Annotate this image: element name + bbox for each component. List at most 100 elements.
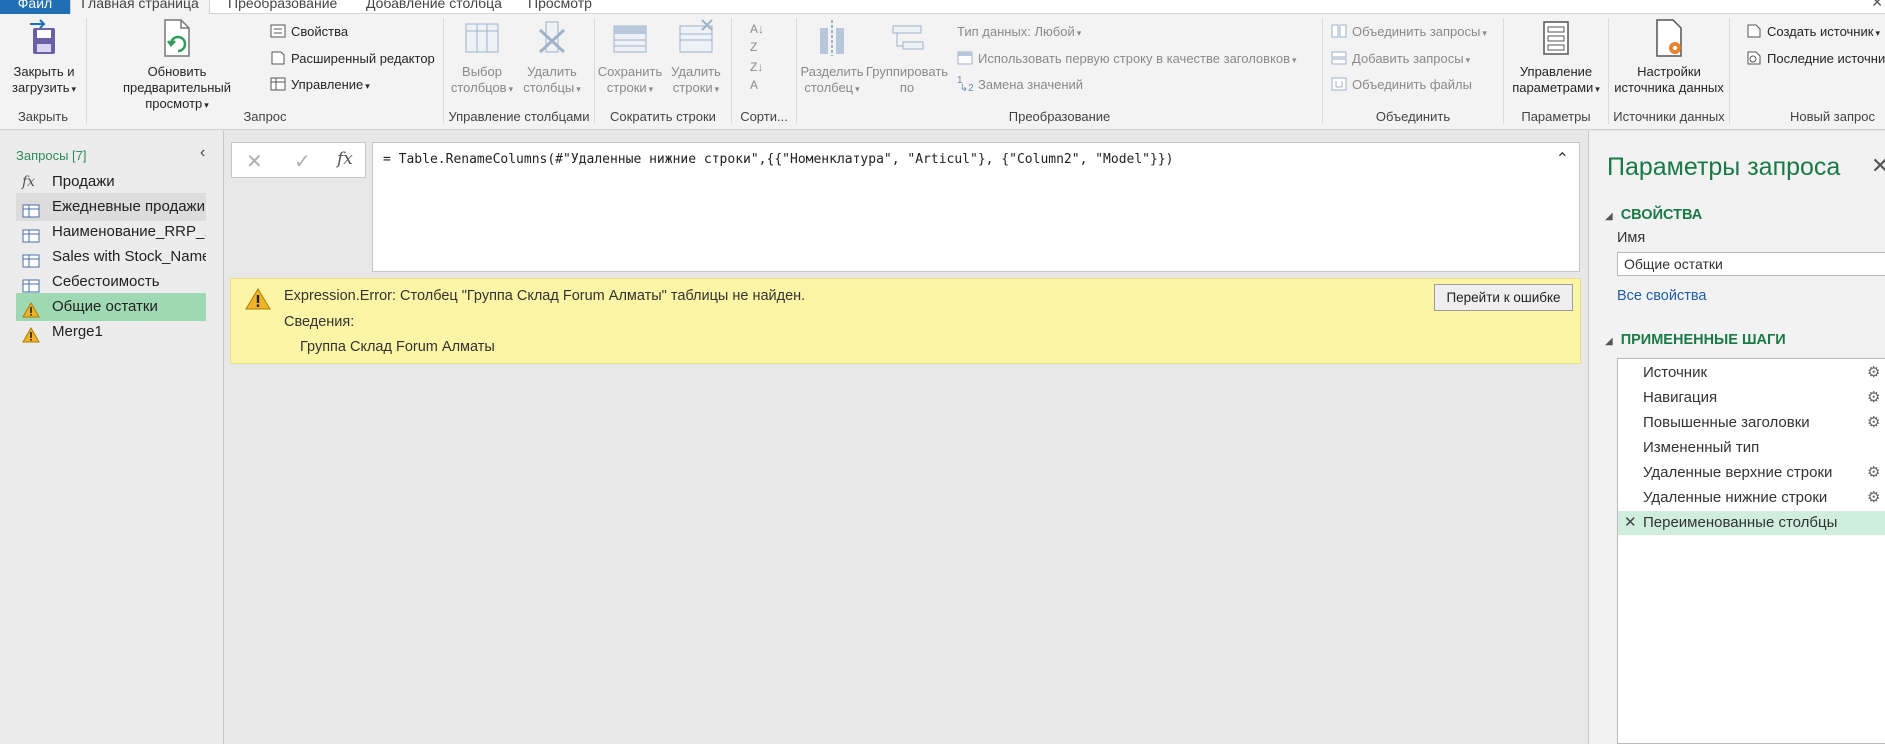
fx-icon[interactable]: fx: [337, 149, 353, 169]
tab-file[interactable]: Файл: [0, 0, 70, 14]
table-manage-icon: [270, 77, 286, 91]
gear-icon[interactable]: ⚙: [1867, 411, 1880, 435]
append-queries-button[interactable]: Добавить запросы ▾: [1331, 50, 1470, 69]
recent-sources-button[interactable]: Последние источни: [1746, 50, 1885, 68]
applied-steps-section-header[interactable]: ◢ ПРИМЕНЕННЫЕ ШАГИ: [1605, 332, 1786, 348]
query-item-daily-sales[interactable]: Ежедневные продажи: [16, 193, 206, 221]
close-icon[interactable]: ✕: [1871, 153, 1885, 179]
use-first-row-button[interactable]: Использовать первую строку в качестве за…: [957, 50, 1297, 69]
ribbon: Закрыть и загрузить ▾ Закрыть Обновить пр…: [0, 14, 1885, 130]
table-icon: [22, 200, 40, 218]
properties-icon: [270, 24, 286, 38]
data-source-settings-button[interactable]: Настройки источника данных: [1614, 18, 1724, 96]
group-close: Закрыть и загрузить ▾ Закрыть: [0, 14, 86, 130]
properties-button[interactable]: Свойства: [270, 23, 348, 41]
group-by-icon: [889, 18, 925, 58]
gear-icon[interactable]: ⚙: [1867, 386, 1880, 410]
new-source-button[interactable]: Создать источник ▾: [1746, 23, 1880, 42]
delete-step-icon[interactable]: ✕: [1624, 511, 1637, 535]
close-load-button[interactable]: Закрыть и загрузить ▾: [2, 18, 86, 97]
keep-rows-icon: [612, 18, 648, 58]
window-close-icon[interactable]: ✕: [1871, 0, 1883, 11]
step-source[interactable]: Источник ⚙: [1618, 361, 1885, 385]
step-promoted-headers[interactable]: Повышенные заголовки ⚙: [1618, 411, 1885, 435]
manage-parameters-button[interactable]: Управление параметрами ▾: [1506, 18, 1606, 97]
query-item-total-stock[interactable]: Общие остатки: [16, 293, 206, 321]
query-item-sales[interactable]: fx Продажи: [16, 168, 206, 196]
commit-check-icon[interactable]: ✓: [294, 149, 311, 174]
replace-values-icon: 1 ↳2: [957, 75, 974, 94]
error-banner: Expression.Error: Столбец "Группа Склад …: [230, 278, 1581, 364]
all-properties-link[interactable]: Все свойства: [1617, 288, 1706, 304]
step-removed-top-rows[interactable]: Удаленные верхние строки ⚙: [1618, 461, 1885, 485]
split-column-icon: [814, 18, 850, 58]
advanced-editor-icon: [270, 51, 286, 65]
group-transform-label: Преобразование: [1008, 109, 1111, 124]
cancel-icon[interactable]: ✕: [246, 149, 263, 174]
split-column-button[interactable]: Разделить столбец ▾: [799, 18, 865, 97]
query-item-merge1[interactable]: Merge1: [16, 318, 206, 346]
choose-columns-icon: [464, 18, 500, 58]
group-parameters-label: Параметры: [1521, 109, 1591, 124]
step-navigation[interactable]: Навигация ⚙: [1618, 386, 1885, 410]
manage-parameters-icon: [1538, 18, 1574, 58]
sort-ascending-icon: A↓ Z: [750, 22, 765, 54]
advanced-editor-button[interactable]: Расширенный редактор: [270, 50, 435, 68]
group-query: Обновить предварительный просмотр ▾ Свойс…: [87, 14, 443, 130]
applied-steps-list: Источник ⚙ Навигация ⚙ Повышенные заголо…: [1617, 358, 1885, 744]
keep-rows-button[interactable]: Сохранить строки ▾: [597, 18, 663, 97]
formula-input[interactable]: = Table.RenameColumns(#"Удаленные нижние…: [372, 142, 1580, 272]
choose-columns-button[interactable]: Выбор столбцов ▾: [450, 18, 514, 97]
collapse-triangle-icon: ◢: [1605, 211, 1613, 222]
goto-error-button[interactable]: Перейти к ошибке: [1434, 284, 1573, 311]
group-manage-columns: Выбор столбцов ▾ Удалить столбцы ▾ Управле…: [444, 14, 594, 130]
step-removed-bottom-rows[interactable]: Удаленные нижние строки ⚙: [1618, 486, 1885, 510]
warning-icon: [22, 325, 40, 343]
collapse-formula-icon[interactable]: ⌃: [1556, 149, 1569, 169]
gear-icon[interactable]: ⚙: [1867, 361, 1880, 385]
manage-button[interactable]: Управление ▾: [270, 76, 370, 95]
fx-icon: fx: [22, 174, 36, 190]
formula-bar-controls: ✕ ✓ fx: [231, 142, 366, 178]
tab-view[interactable]: Просмотр: [522, 0, 598, 14]
collapse-pane-icon[interactable]: ‹: [200, 144, 205, 162]
group-transform: Разделить столбец ▾ Группировать по Тип д…: [797, 14, 1322, 130]
query-settings-pane: Параметры запроса ✕ ◢СВОЙСТВА Имя Все св…: [1588, 131, 1885, 744]
gear-icon[interactable]: ⚙: [1867, 461, 1880, 485]
merge-queries-button[interactable]: Объединить запросы ▾: [1331, 23, 1487, 42]
sort-descending-button[interactable]: Z↓ A: [750, 58, 763, 94]
query-settings-title: Параметры запроса: [1607, 153, 1841, 181]
queries-pane: Запросы [7] ‹ fx Продажи Ежедневные прод…: [0, 131, 224, 744]
sort-descending-icon: Z↓ A: [750, 60, 764, 92]
error-details-label: Сведения:: [284, 314, 355, 330]
data-type-dropdown[interactable]: Тип данных: Любой ▾: [957, 23, 1081, 42]
error-message: Expression.Error: Столбец "Группа Склад …: [284, 288, 806, 304]
tab-transform[interactable]: Преобразование: [222, 0, 343, 14]
group-by-button[interactable]: Группировать по: [865, 18, 949, 96]
query-item-cost[interactable]: Себестоимость: [16, 268, 206, 296]
error-details-value: Группа Склад Forum Алматы: [300, 339, 495, 355]
formula-text[interactable]: = Table.RenameColumns(#"Удаленные нижние…: [383, 152, 1174, 167]
remove-columns-button[interactable]: Удалить столбцы ▾: [520, 18, 584, 97]
group-data-sources-label: Источники данных: [1613, 109, 1725, 124]
query-item-name-rrp[interactable]: Наименование_RRP_...: [16, 218, 206, 246]
step-renamed-columns[interactable]: ✕ Переименованные столбцы: [1618, 511, 1885, 535]
properties-section-header[interactable]: ◢ СВОЙСТВА: [1605, 207, 1702, 223]
group-query-label: Запрос: [243, 109, 287, 124]
group-new-query: Создать источник ▾ Последние источни Новы…: [1730, 14, 1885, 130]
group-reduce-rows: Сохранить строки ▾ Удалить строки ▾ Сократ…: [595, 14, 731, 130]
sort-ascending-button[interactable]: A↓ Z: [750, 20, 764, 56]
tab-home[interactable]: Главная страница: [70, 0, 210, 14]
gear-icon[interactable]: ⚙: [1867, 486, 1880, 510]
group-new-query-label: Новый запрос: [1790, 109, 1875, 124]
group-manage-columns-label: Управление столбцами: [448, 109, 590, 124]
combine-files-button[interactable]: Объединить файлы: [1331, 76, 1472, 94]
refresh-preview-button[interactable]: Обновить предварительный просмотр ▾: [92, 18, 262, 113]
replace-values-button[interactable]: 1 ↳2 Замена значений: [957, 76, 1083, 94]
step-changed-type[interactable]: Измененный тип: [1618, 436, 1885, 460]
tab-add-column[interactable]: Добавление столбца: [360, 0, 508, 14]
remove-rows-button[interactable]: Удалить строки ▾: [663, 18, 729, 97]
query-item-sales-with-stock[interactable]: Sales with Stock_Name: [16, 243, 206, 271]
query-name-input[interactable]: [1617, 252, 1885, 276]
close-load-icon: [26, 18, 62, 58]
